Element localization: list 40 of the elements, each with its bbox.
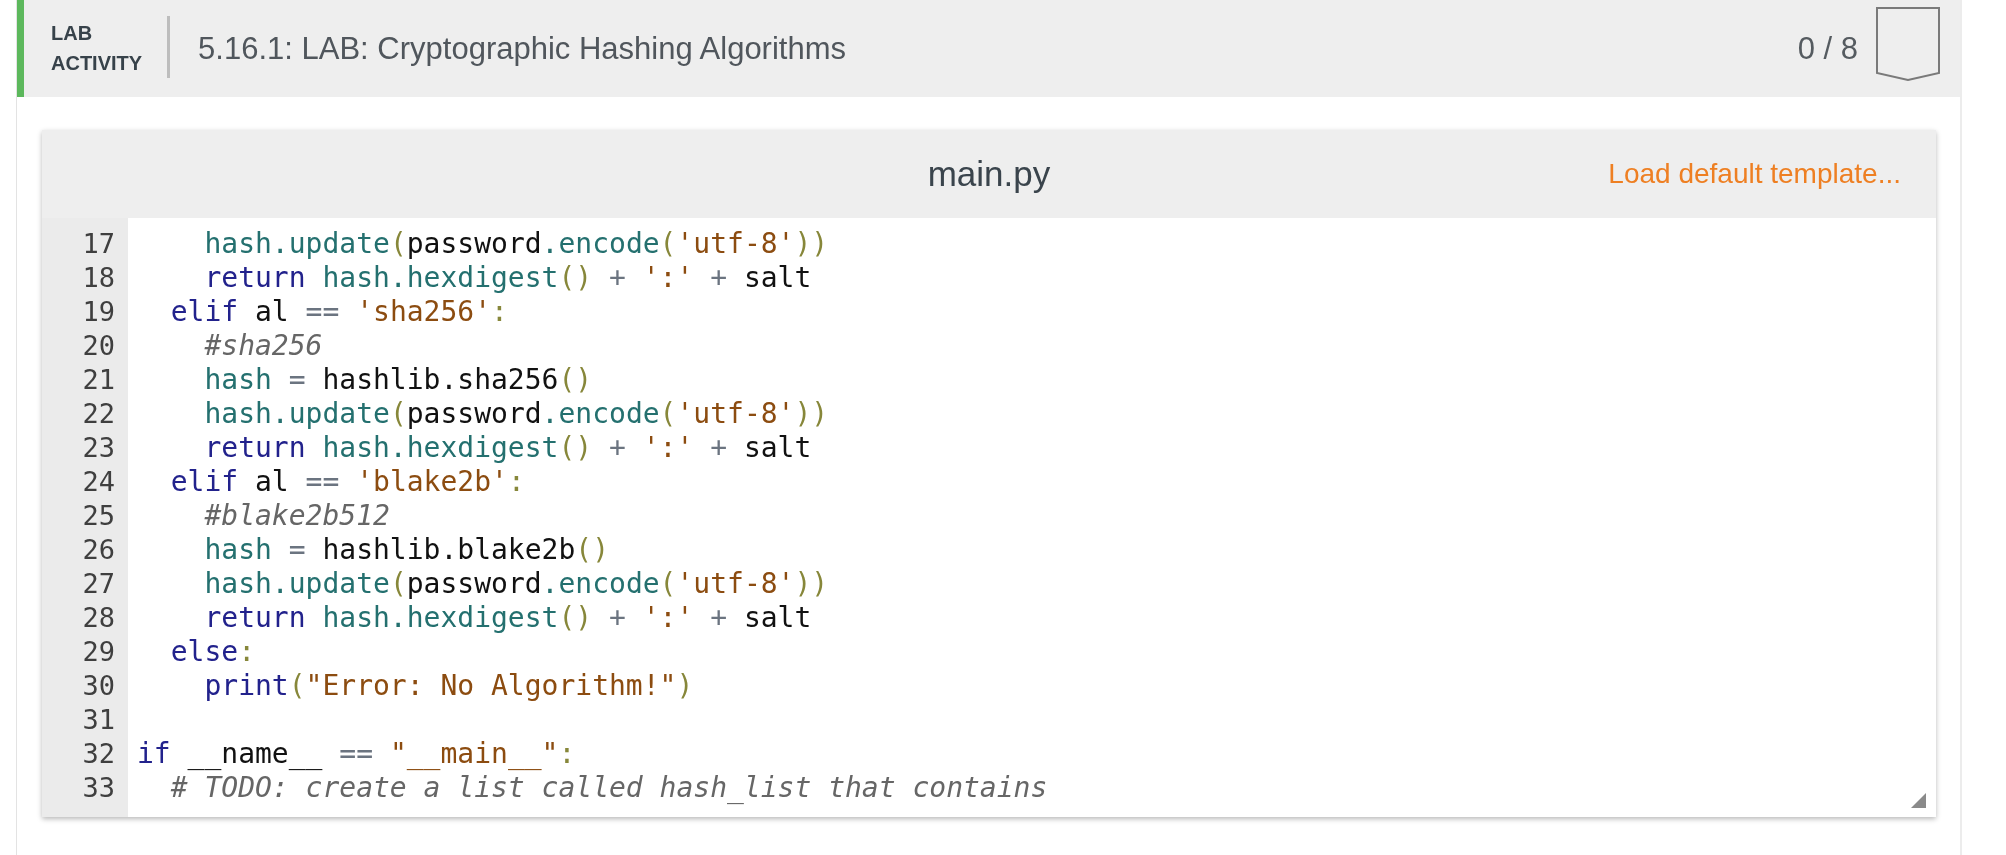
line-number: 32 bbox=[82, 737, 115, 771]
code-line: #blake2b512 bbox=[203, 499, 390, 533]
line-number: 27 bbox=[82, 567, 115, 601]
code-line: hash.update(password.encode('utf-8')) bbox=[203, 397, 829, 431]
code-line: print("Error: No Algorithm!") bbox=[203, 669, 694, 703]
line-number: 30 bbox=[82, 669, 115, 703]
lab-activity-label: LAB ACTIVITY bbox=[51, 20, 143, 76]
score: 0 / 8 bbox=[1797, 30, 1858, 67]
line-number: 23 bbox=[82, 431, 115, 465]
line-number: 19 bbox=[82, 295, 115, 329]
code-line: else: bbox=[169, 635, 255, 669]
file-name: main.py bbox=[927, 154, 1051, 194]
line-number: 17 bbox=[82, 227, 115, 261]
code-line: elif al == 'sha256': bbox=[169, 295, 508, 329]
line-number: 24 bbox=[82, 465, 115, 499]
line-number: 20 bbox=[82, 329, 115, 363]
resize-handle-icon[interactable] bbox=[1911, 793, 1926, 808]
line-number: 31 bbox=[82, 703, 115, 737]
line-number: 25 bbox=[82, 499, 115, 533]
shield-icon bbox=[1876, 6, 1940, 81]
line-number: 18 bbox=[82, 261, 115, 295]
line-number: 21 bbox=[82, 363, 115, 397]
line-number: 26 bbox=[82, 533, 115, 567]
code-line: elif al == 'blake2b': bbox=[169, 465, 525, 499]
code-line: hash = hashlib.blake2b() bbox=[203, 533, 610, 567]
code-line: #sha256 bbox=[203, 329, 323, 363]
code-line: return hash.hexdigest() + ':' + salt bbox=[203, 431, 812, 465]
code-line: if __name__ == "__main__": bbox=[137, 737, 576, 771]
code-line: hash = hashlib.sha256() bbox=[203, 363, 593, 397]
line-number: 22 bbox=[82, 397, 115, 431]
code-line: hash.update(password.encode('utf-8')) bbox=[203, 567, 829, 601]
code-line: return hash.hexdigest() + ':' + salt bbox=[203, 601, 812, 635]
code-line: hash.update(password.encode('utf-8')) bbox=[203, 227, 829, 261]
line-number: 33 bbox=[82, 771, 115, 805]
code-line: return hash.hexdigest() + ':' + salt bbox=[203, 261, 812, 295]
line-number: 29 bbox=[82, 635, 115, 669]
activity-title: 5.16.1: LAB: Cryptographic Hashing Algorithms bbox=[198, 30, 846, 67]
code-line: # TODO: create a list called hash_list that contains bbox=[169, 771, 1048, 805]
line-number: 28 bbox=[82, 601, 115, 635]
load-template-link[interactable]: Load default template... bbox=[1608, 158, 1901, 190]
